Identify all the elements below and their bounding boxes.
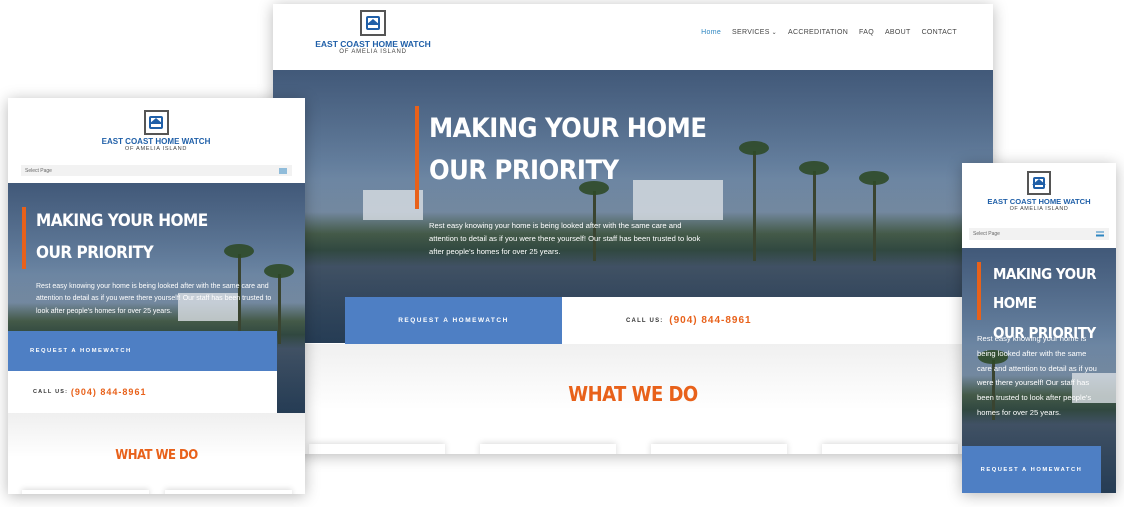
palm-tree-image (799, 161, 829, 262)
hero-accent-bar (22, 207, 26, 269)
phone-link[interactable]: (904) 844-8961 (669, 315, 751, 326)
site-logo[interactable]: EAST COAST HOME WATCH OF AMELIA ISLAND (96, 110, 216, 152)
nav-faq[interactable]: FAQ (859, 29, 874, 36)
nav-services[interactable]: SERVICES ⌄ (732, 29, 777, 36)
brand-subtitle: OF AMELIA ISLAND (121, 146, 191, 152)
hero-accent-bar (415, 106, 419, 209)
brand-name: EAST COAST HOME WATCH (101, 137, 211, 146)
hero-house-image (363, 190, 423, 220)
brand-subtitle: OF AMELIA ISLAND (1006, 206, 1073, 212)
brand-subtitle: OF AMELIA ISLAND (335, 49, 411, 55)
hero-heading-line1: MAKING YOUR HOME (993, 265, 1096, 313)
brand-name: EAST COAST HOME WATCH (987, 197, 1091, 206)
request-homewatch-button[interactable]: REQUEST A HOMEWATCH (962, 446, 1101, 493)
nav-about[interactable]: ABOUT (885, 29, 911, 36)
site-logo[interactable]: EAST COAST HOME WATCH OF AMELIA ISLAND (979, 171, 1099, 212)
service-card[interactable] (22, 490, 149, 494)
brand-name: EAST COAST HOME WATCH (315, 39, 431, 49)
what-we-do-section: WHAT WE DO (8, 413, 305, 494)
hero-text: Rest easy knowing your home is being loo… (36, 283, 272, 315)
palm-tree-image (859, 171, 889, 262)
hero-heading: MAKING YOUR HOME OUR PRIORITY (36, 205, 208, 270)
hero-heading-line1: MAKING YOUR HOME (36, 211, 208, 231)
nav-services-label: SERVICES (732, 29, 770, 36)
mobile-page-select-label: Select Page (25, 167, 52, 174)
call-us: CALL US: (904) 844-8961 (562, 297, 993, 344)
main-nav: Home SERVICES ⌄ ACCREDITATION FAQ ABOUT … (690, 29, 957, 36)
hero-text: Rest easy knowing your home is being loo… (429, 221, 701, 256)
call-us-label: CALL US: (33, 389, 69, 395)
hero-heading-line1: MAKING YOUR HOME (429, 113, 707, 144)
service-card[interactable] (480, 444, 616, 454)
nav-home[interactable]: Home (701, 29, 721, 36)
hero-accent-bar (977, 262, 981, 320)
what-we-do-heading: WHAT WE DO (568, 382, 698, 406)
service-card[interactable] (822, 444, 958, 454)
phone-mockup: EAST COAST HOME WATCH OF AMELIA ISLAND S… (962, 163, 1116, 493)
what-we-do-heading: WHAT WE DO (115, 448, 198, 463)
service-card[interactable] (165, 490, 292, 494)
tablet-mockup: EAST COAST HOME WATCH OF AMELIA ISLAND S… (8, 98, 305, 494)
phone-link[interactable]: (904) 844-8961 (71, 387, 147, 397)
mobile-page-select[interactable]: Select Page (969, 228, 1109, 240)
house-shield-icon (360, 10, 386, 36)
chevron-down-icon: ⌄ (769, 30, 778, 36)
hero-text: Rest easy knowing your home is being loo… (977, 334, 1097, 417)
mobile-page-select[interactable]: Select Page (21, 165, 292, 176)
site-logo[interactable]: EAST COAST HOME WATCH OF AMELIA ISLAND (313, 10, 433, 55)
hero-heading-line2: OUR PRIORITY (36, 243, 154, 264)
call-us-label: CALL US: (626, 317, 664, 324)
call-us: CALL US: (904) 844-8961 (8, 371, 277, 413)
site-header: EAST COAST HOME WATCH OF AMELIA ISLAND H… (273, 4, 993, 70)
nav-accreditation[interactable]: ACCREDITATION (788, 29, 848, 36)
request-homewatch-button[interactable]: REQUEST A HOMEWATCH (8, 331, 277, 371)
palm-tree-image (739, 141, 769, 262)
service-card[interactable] (309, 444, 445, 454)
request-homewatch-button[interactable]: REQUEST A HOMEWATCH (345, 297, 562, 344)
house-shield-icon (1027, 171, 1051, 195)
nav-contact[interactable]: CONTACT (922, 29, 957, 36)
what-we-do-section: WHAT WE DO (273, 344, 993, 454)
palm-tree-image (264, 264, 294, 344)
service-card[interactable] (651, 444, 787, 454)
mobile-page-select-label: Select Page (973, 231, 1000, 237)
desktop-mockup: EAST COAST HOME WATCH OF AMELIA ISLAND H… (273, 4, 993, 454)
hero-heading: MAKING YOUR HOME OUR PRIORITY (429, 108, 707, 192)
hamburger-menu-icon (279, 168, 287, 173)
house-shield-icon (143, 110, 169, 135)
hamburger-menu-icon (1096, 231, 1104, 237)
hero-heading-line2: OUR PRIORITY (429, 154, 619, 186)
